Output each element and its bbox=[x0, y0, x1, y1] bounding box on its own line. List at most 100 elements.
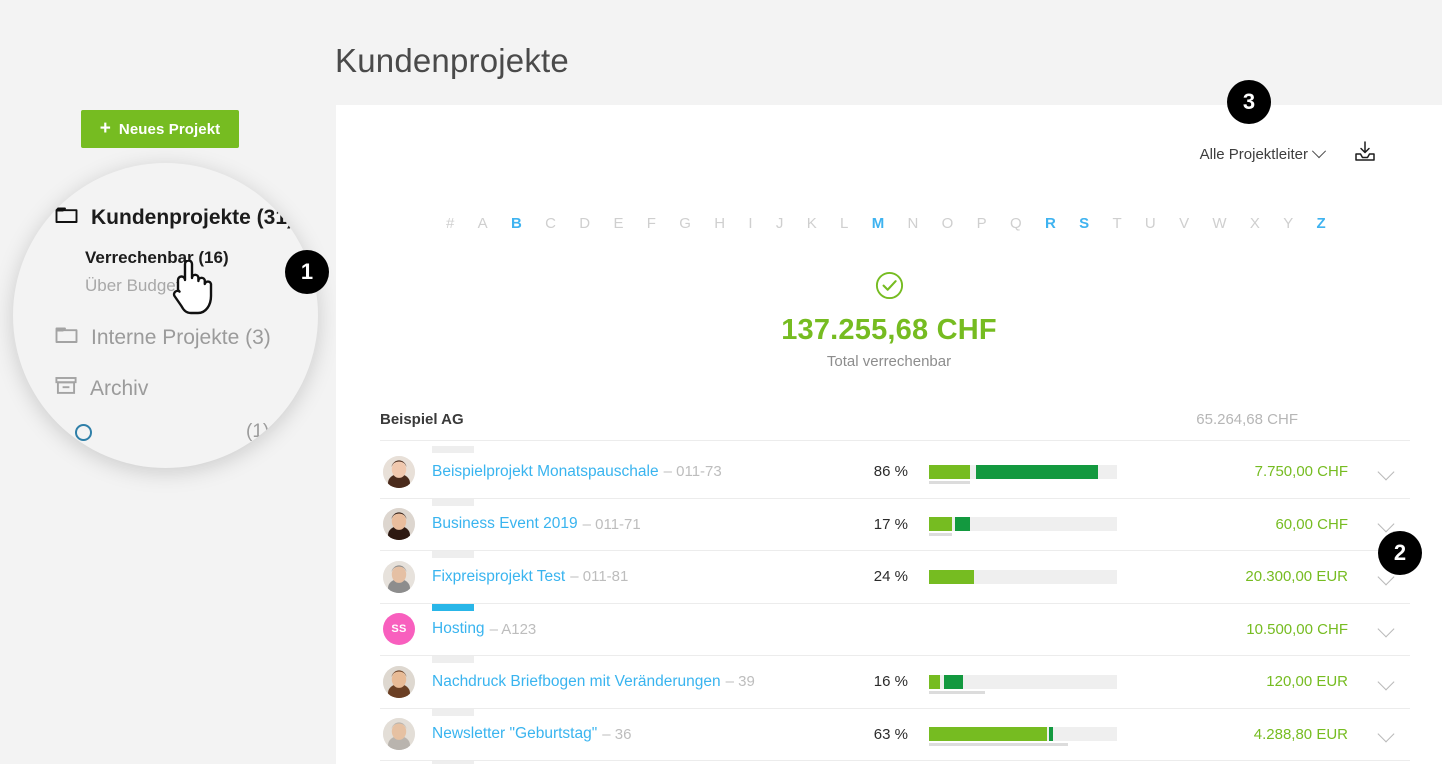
client-total: 65.264,68 CHF bbox=[1196, 411, 1298, 428]
project-row[interactable]: Fixpreisprojekt Test – 011-81 24 % 20.300,0… bbox=[380, 551, 1410, 604]
progress-underline bbox=[929, 480, 971, 484]
alphabet-letter-t[interactable]: T bbox=[1112, 215, 1121, 232]
project-percent: 16 % bbox=[873, 673, 908, 691]
project-row[interactable]: Beispielprojekt Monatspauschale – 011-73 8… bbox=[380, 446, 1410, 499]
project-name-link[interactable]: Nachdruck Briefbogen mit Veränderungen bbox=[432, 673, 721, 691]
progress-fill-light bbox=[929, 464, 971, 479]
project-number: – 011-71 bbox=[582, 515, 641, 533]
project-leader-filter[interactable]: Alle Projektleiter bbox=[1200, 144, 1327, 163]
project-row[interactable]: Newsletter "Geburtstag" – 36 63 % 4.288,80 … bbox=[380, 708, 1410, 761]
alphabet-letter-n[interactable]: N bbox=[908, 215, 919, 232]
row-color-tab bbox=[432, 656, 474, 663]
project-name-link[interactable]: Business Event 2019 bbox=[432, 515, 578, 533]
alphabet-letter-#[interactable]: # bbox=[446, 215, 454, 232]
chevron-down-icon[interactable] bbox=[1377, 673, 1395, 691]
row-color-tab bbox=[432, 551, 474, 558]
avatar: SS bbox=[383, 613, 415, 646]
progress-fill-dark bbox=[955, 517, 971, 532]
alphabet-letter-e[interactable]: E bbox=[613, 215, 623, 232]
avatar bbox=[383, 718, 415, 751]
sidebar-item-label: Archiv bbox=[90, 376, 149, 400]
alphabet-letter-i[interactable]: I bbox=[748, 215, 752, 232]
avatar bbox=[383, 508, 415, 541]
alphabet-letter-k[interactable]: K bbox=[807, 215, 817, 232]
project-amount: 60,00 CHF bbox=[1275, 515, 1348, 533]
alphabet-letter-v[interactable]: V bbox=[1179, 215, 1189, 232]
sidebar-item-label: Interne Projekte (3) bbox=[91, 326, 271, 349]
alphabet-letter-s[interactable]: S bbox=[1079, 215, 1089, 232]
project-percent: 86 % bbox=[873, 463, 908, 481]
progress-underline bbox=[929, 743, 1069, 747]
project-amount: 7.750,00 CHF bbox=[1254, 463, 1348, 481]
alphabet-letter-b[interactable]: B bbox=[511, 215, 522, 232]
chevron-down-icon bbox=[1311, 144, 1327, 159]
project-rows: Beispielprojekt Monatspauschale – 011-73 8… bbox=[380, 446, 1410, 764]
alphabet-letter-j[interactable]: J bbox=[776, 215, 784, 232]
alphabet-letter-f[interactable]: F bbox=[647, 215, 656, 232]
chevron-down-icon[interactable] bbox=[1377, 620, 1395, 638]
total-label: Total verrechenbar bbox=[826, 353, 952, 370]
progress-fill-light bbox=[929, 727, 1048, 742]
alphabet-letter-l[interactable]: L bbox=[840, 215, 848, 232]
archive-icon bbox=[55, 376, 77, 401]
progress-fill-dark bbox=[944, 674, 963, 689]
progress-fill-light bbox=[929, 674, 941, 689]
progress-fill-light bbox=[929, 569, 975, 584]
folder-icon bbox=[55, 326, 78, 350]
sidebar-item-archiv[interactable]: Archiv bbox=[55, 376, 148, 401]
alphabet-letter-x[interactable]: X bbox=[1250, 215, 1260, 232]
chevron-down-icon[interactable] bbox=[1377, 463, 1395, 481]
project-name-link[interactable]: Beispielprojekt Monatspauschale bbox=[432, 463, 659, 481]
check-circle-icon bbox=[875, 271, 904, 304]
progress-fill-light bbox=[929, 517, 952, 532]
sidebar-item-partial[interactable]: (1) bbox=[75, 421, 269, 443]
sidebar-item-interne-projekte[interactable]: Interne Projekte (3) bbox=[55, 326, 271, 350]
alphabet-letter-a[interactable]: A bbox=[478, 215, 488, 232]
alphabet-letter-g[interactable]: G bbox=[679, 215, 691, 232]
alphabet-filter: # A B C D E F G H I J K L M N O P Q R S T U V W X Y Z bbox=[446, 215, 1326, 232]
circle-ring-icon bbox=[75, 423, 92, 441]
progress-fill-dark bbox=[1049, 727, 1054, 742]
alphabet-letter-o[interactable]: O bbox=[942, 215, 954, 232]
plus-icon: + bbox=[99, 117, 111, 139]
alphabet-letter-z[interactable]: Z bbox=[1317, 215, 1326, 232]
app-root: + Neues Projekt Hosting (3) Kampagne SIM… bbox=[0, 0, 1442, 764]
export-download-icon[interactable] bbox=[1354, 141, 1376, 167]
alphabet-letter-q[interactable]: Q bbox=[1010, 215, 1022, 232]
alphabet-letter-d[interactable]: D bbox=[579, 215, 590, 232]
alphabet-letter-w[interactable]: W bbox=[1212, 215, 1226, 232]
alphabet-letter-h[interactable]: H bbox=[714, 215, 725, 232]
content-toolbar: Alle Projektleiter bbox=[1200, 141, 1376, 167]
alphabet-letter-r[interactable]: R bbox=[1045, 215, 1056, 232]
sidebar: + Neues Projekt Hosting (3) Kampagne SIM… bbox=[0, 0, 336, 764]
new-project-button[interactable]: + Neues Projekt bbox=[81, 110, 239, 148]
row-color-tab bbox=[432, 603, 474, 611]
project-row[interactable]: Business Event 2019– 011-71 17 % 60,00 CHF bbox=[380, 498, 1410, 551]
project-name-link[interactable]: Newsletter "Geburtstag" bbox=[432, 725, 597, 743]
alphabet-letter-p[interactable]: P bbox=[977, 215, 987, 232]
progress-bar bbox=[929, 727, 1117, 747]
alphabet-letter-c[interactable]: C bbox=[545, 215, 556, 232]
project-name-link[interactable]: Hosting bbox=[432, 620, 485, 638]
sidebar-item-kundenprojekte[interactable]: Kundenprojekte (31) bbox=[55, 206, 294, 230]
project-row[interactable]: SS Hosting – A123 10.500,00 CHF bbox=[380, 603, 1410, 656]
progress-bar bbox=[929, 517, 1117, 537]
alphabet-letter-y[interactable]: Y bbox=[1283, 215, 1293, 232]
magnifier-lens: Kundenprojekte (31) Verrechenbar (16) Üb… bbox=[13, 163, 318, 468]
folder-icon bbox=[55, 206, 78, 230]
callout-badge-2: 2 bbox=[1378, 531, 1422, 575]
sidebar-item-label: (1) bbox=[246, 421, 270, 442]
project-number: – 39 bbox=[725, 673, 755, 691]
project-name-link[interactable]: Fixpreisprojekt Test bbox=[432, 568, 565, 586]
row-color-tab bbox=[432, 446, 474, 453]
chevron-down-icon[interactable] bbox=[1377, 515, 1395, 533]
total-amount: 137.255,68 CHF bbox=[781, 314, 997, 346]
project-row[interactable]: Nachdruck Briefbogen mit Veränderungen – … bbox=[380, 656, 1410, 709]
project-number: – 36 bbox=[602, 725, 632, 743]
progress-bar bbox=[929, 464, 1117, 484]
project-amount: 10.500,00 CHF bbox=[1246, 620, 1348, 638]
total-block: 137.255,68 CHF Total verrechenbar bbox=[336, 271, 1442, 370]
alphabet-letter-u[interactable]: U bbox=[1145, 215, 1156, 232]
chevron-down-icon[interactable] bbox=[1377, 725, 1395, 743]
alphabet-letter-m[interactable]: M bbox=[872, 215, 885, 232]
